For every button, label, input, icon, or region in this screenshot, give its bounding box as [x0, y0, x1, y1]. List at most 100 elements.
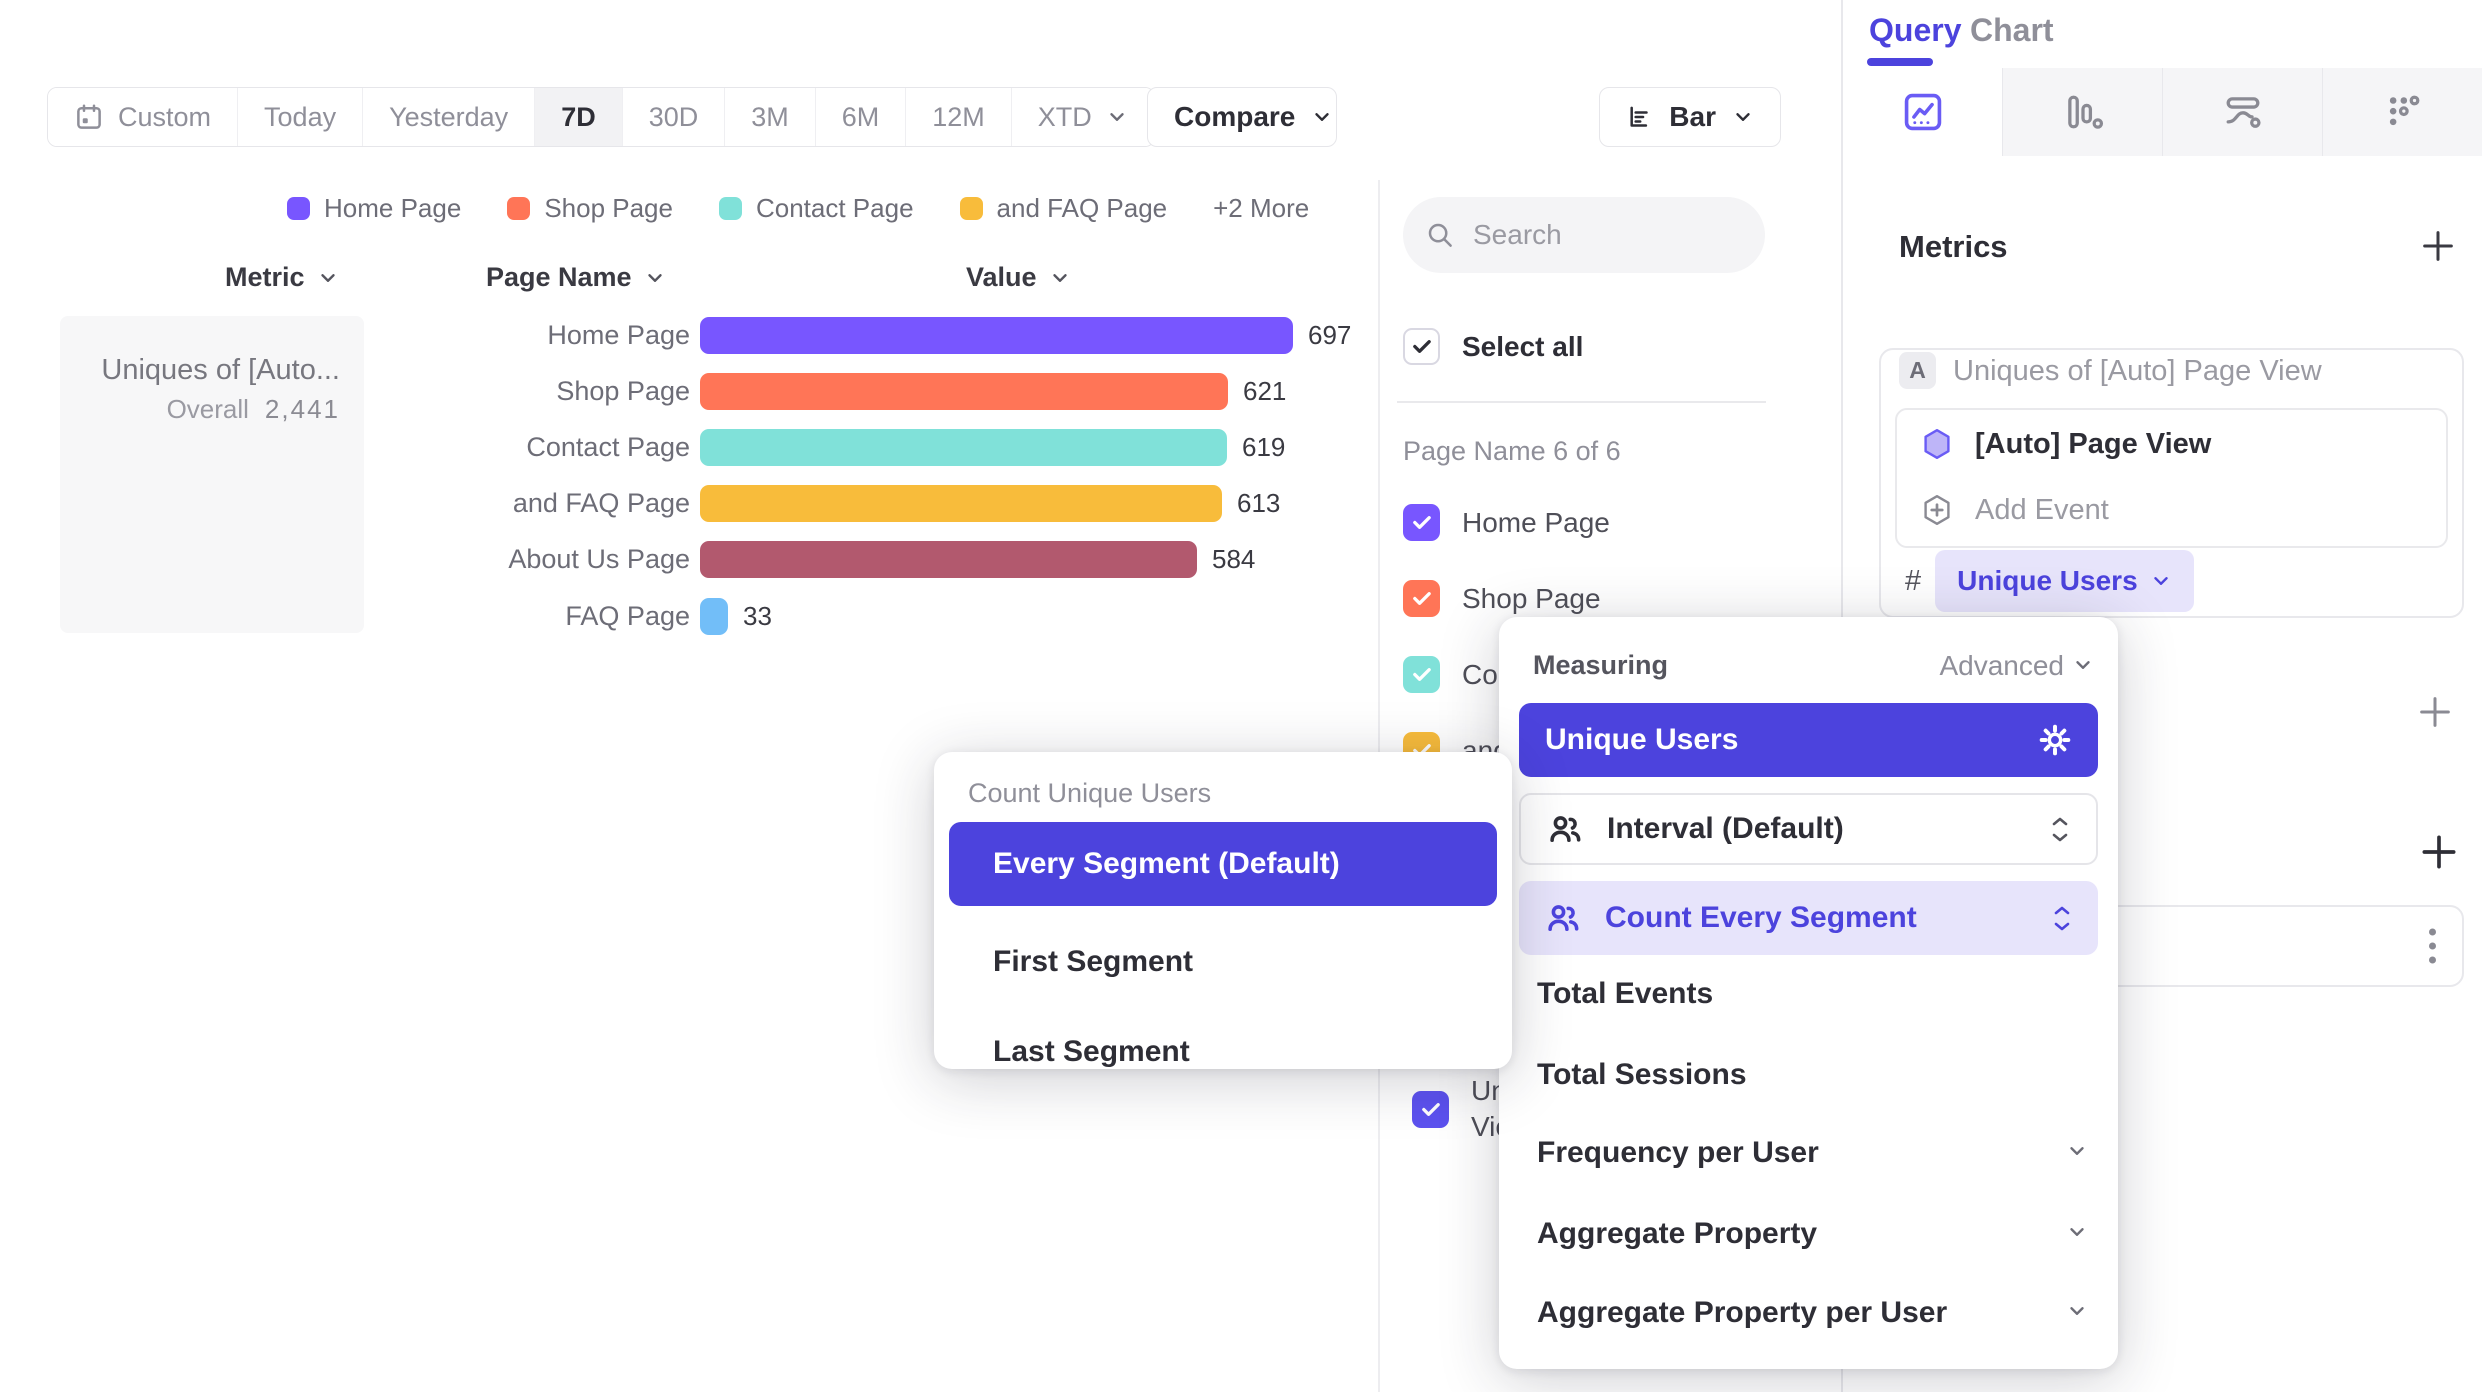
compare-button[interactable]: Compare	[1147, 87, 1337, 147]
chevron-down-icon	[2150, 570, 2172, 592]
filter-item[interactable]: Shop Page	[1403, 580, 1601, 617]
count-every-segment-selector[interactable]: Count Every Segment	[1519, 881, 2098, 955]
stepper-icon	[2050, 816, 2070, 843]
stepper-icon	[2052, 905, 2072, 932]
plus-icon	[2418, 226, 2458, 266]
date-range-3m[interactable]: 3M	[724, 88, 815, 146]
bar-value: 584	[1212, 544, 1255, 575]
date-range-today[interactable]: Today	[237, 88, 362, 146]
bar[interactable]	[700, 373, 1228, 410]
chart-legend: Home Page Shop Page Contact Page and FAQ…	[287, 193, 1309, 224]
date-range-12m[interactable]: 12M	[905, 88, 1011, 146]
view-type-tabs	[1843, 68, 2482, 156]
measuring-option-aggregate-property-per-user[interactable]: Aggregate Property per User	[1537, 1296, 1947, 1330]
legend-more[interactable]: +2 More	[1213, 193, 1309, 224]
search-icon	[1425, 220, 1455, 250]
legend-item[interactable]: Home Page	[287, 193, 461, 224]
date-range-6m[interactable]: 6M	[815, 88, 906, 146]
tab-funnels[interactable]	[2002, 68, 2162, 156]
segment-option-last-segment[interactable]: Last Segment	[993, 1035, 1190, 1069]
plus-icon	[2415, 692, 2455, 732]
add-breakdown-button[interactable]	[2417, 830, 2461, 874]
segment-option-every-segment[interactable]: Every Segment (Default)	[949, 822, 1497, 906]
measuring-popup-title: Measuring	[1533, 650, 1668, 681]
legend-item[interactable]: Shop Page	[507, 193, 673, 224]
bar-value: 33	[743, 601, 772, 632]
measuring-option-aggregate-property[interactable]: Aggregate Property	[1537, 1217, 1817, 1251]
date-range-group: Custom Today Yesterday 7D 30D 3M 6M 12M …	[47, 87, 1155, 147]
select-all-checkbox[interactable]	[1403, 328, 1440, 365]
column-header-metric[interactable]: Metric	[225, 262, 339, 293]
measuring-option-unique-users[interactable]: Unique Users	[1519, 703, 2098, 777]
interval-selector[interactable]: Interval (Default)	[1519, 793, 2098, 865]
measurement-row: # Unique Users	[1905, 550, 2194, 612]
chevron-down-icon	[2066, 1221, 2088, 1243]
tab-retention[interactable]	[2322, 68, 2482, 156]
filter-checkbox[interactable]	[1412, 1091, 1449, 1128]
metric-badge: A	[1899, 352, 1936, 389]
chart-row: Shop Page 621	[460, 372, 1286, 410]
chevron-down-icon	[1049, 267, 1071, 289]
check-icon	[1419, 1098, 1442, 1121]
search-input[interactable]	[1473, 219, 1713, 251]
select-all-row[interactable]: Select all	[1403, 328, 1583, 365]
measuring-option-frequency-per-user[interactable]: Frequency per User	[1537, 1136, 1819, 1170]
filter-checkbox[interactable]	[1403, 504, 1440, 541]
tab-insights[interactable]	[1843, 68, 2002, 156]
legend-item[interactable]: and FAQ Page	[960, 193, 1168, 224]
legend-swatch	[287, 197, 310, 220]
bar[interactable]	[700, 598, 728, 635]
advanced-toggle[interactable]: Advanced	[1939, 650, 2064, 682]
metric-card-title: Uniques of [Auto] Page View	[1953, 355, 2322, 388]
active-tab-underline	[1867, 58, 1933, 66]
bar[interactable]	[700, 429, 1227, 466]
metric-summary-card[interactable]: Uniques of [Auto... Overall2,441	[60, 316, 364, 633]
date-range-30d[interactable]: 30D	[622, 88, 725, 146]
chart-type-button[interactable]: Bar	[1599, 87, 1781, 147]
bar[interactable]	[700, 541, 1197, 578]
kebab-menu-icon[interactable]	[2429, 929, 2436, 964]
users-icon	[1545, 900, 1581, 936]
measurement-pill[interactable]: Unique Users	[1935, 550, 2194, 612]
tab-query[interactable]: Query	[1869, 12, 1961, 49]
plus-icon	[2417, 830, 2461, 874]
date-range-xtd[interactable]: XTD	[1011, 88, 1154, 146]
date-range-yesterday[interactable]: Yesterday	[362, 88, 534, 146]
column-header-value[interactable]: Value	[966, 262, 1071, 293]
metrics-header: Metrics	[1899, 229, 2008, 265]
legend-item[interactable]: Contact Page	[719, 193, 914, 224]
chevron-down-icon	[317, 267, 339, 289]
filter-checkbox[interactable]	[1403, 580, 1440, 617]
column-header-page-name[interactable]: Page Name	[486, 262, 666, 293]
segment-option-first-segment[interactable]: First Segment	[993, 945, 1193, 979]
event-row[interactable]: [Auto] Page View	[1919, 426, 2211, 462]
insights-icon	[1900, 89, 1946, 135]
filter-checkbox[interactable]	[1403, 656, 1440, 693]
date-range-custom[interactable]: Custom	[48, 88, 237, 146]
gear-icon[interactable]	[2038, 723, 2072, 757]
filter-item[interactable]: Home Page	[1403, 504, 1610, 541]
tab-flows[interactable]	[2162, 68, 2322, 156]
bar-value: 619	[1242, 432, 1285, 463]
add-filter-button[interactable]	[2415, 692, 2455, 732]
bar[interactable]	[700, 485, 1222, 522]
date-range-7d[interactable]: 7D	[534, 88, 622, 146]
check-icon	[1410, 587, 1433, 610]
search-box[interactable]	[1403, 197, 1765, 273]
horizontal-bar-chart-icon	[1626, 99, 1653, 135]
bar-label: Home Page	[460, 320, 690, 351]
retention-icon	[2380, 89, 2426, 135]
check-icon	[1410, 663, 1433, 686]
measuring-option-total-sessions[interactable]: Total Sessions	[1537, 1058, 1747, 1092]
add-metric-button[interactable]	[2418, 226, 2458, 266]
bar-label: Shop Page	[460, 376, 690, 407]
bar-label: About Us Page	[460, 544, 690, 575]
tab-chart[interactable]: Chart	[1970, 12, 2054, 49]
chevron-down-icon	[644, 267, 666, 289]
date-range-label: Custom	[118, 102, 211, 133]
add-event-row[interactable]: Add Event	[1919, 492, 2109, 528]
measuring-option-total-events[interactable]: Total Events	[1537, 977, 1713, 1011]
flows-icon	[2220, 89, 2266, 135]
filter-item-truncated[interactable]: UniVie	[1412, 1072, 1513, 1146]
bar[interactable]	[700, 317, 1293, 354]
